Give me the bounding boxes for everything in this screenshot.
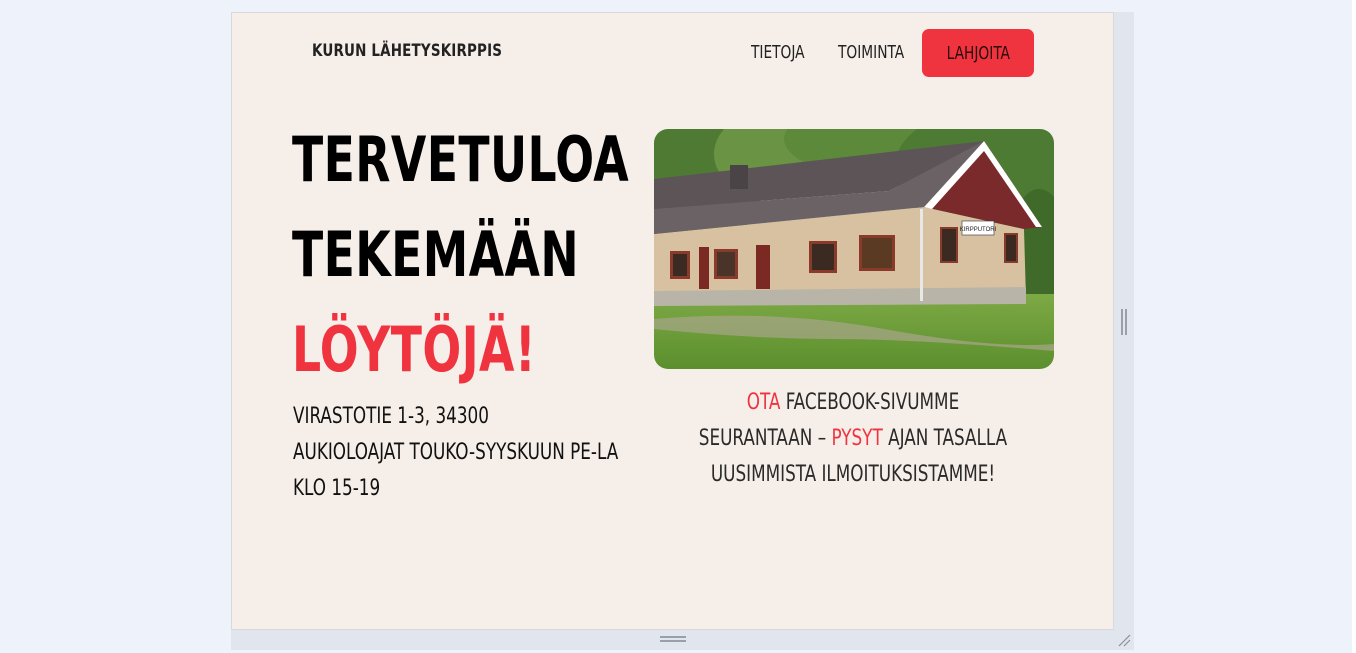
window-edge <box>1352 0 1356 653</box>
vertical-resize-handle[interactable] <box>1121 309 1127 335</box>
photo-sign-text: KIRPPUTORI <box>960 227 997 233</box>
nav-link-tietoja[interactable]: TIETOJA <box>751 42 805 63</box>
opening-hours-time: KLO 15-19 <box>293 476 381 501</box>
horizontal-resize-handle[interactable] <box>660 636 686 642</box>
fb-word-follow: SEURANTAAN – <box>698 426 827 451</box>
store-info: VIRASTOTIE 1-3, 34300 AUKIOLOAJAT TOUKO-… <box>293 399 650 507</box>
hero-title-line-3: LÖYTÖJÄ! <box>292 313 537 386</box>
fb-word-page: FACEBOOK-SIVUMME <box>785 390 960 415</box>
fb-word-announcements: UUSIMMISTA ILMOITUKSISTAMME! <box>710 462 996 487</box>
fb-word-uptodate: AJAN TASALLA <box>888 426 1008 451</box>
donate-button-label: LAHJOITA <box>946 42 1010 64</box>
fb-word-ota: OTA <box>746 390 781 415</box>
site-brand[interactable]: KURUN LÄHETYSKIRPPIS <box>312 41 502 61</box>
opening-hours-text: AUKIOLOAJAT TOUKO-SYYSKUUN PE-LA <box>293 440 619 465</box>
website-page: KURUN LÄHETYSKIRPPIS TIETOJA TOIMINTA LA… <box>231 12 1114 630</box>
address-text: VIRASTOTIE 1-3, 34300 <box>293 404 489 429</box>
hero-title-line-2: TEKEMÄÄN <box>292 218 580 291</box>
store-building-photo: KIRPPUTORI <box>654 129 1054 369</box>
fb-word-pysyt: PYSYT <box>831 426 883 451</box>
nav-link-toiminta[interactable]: TOIMINTA <box>838 42 904 63</box>
donate-button[interactable]: LAHJOITA <box>922 29 1034 77</box>
facebook-callout: OTA FACEBOOK-SIVUMME SEURANTAAN – PYSYT … <box>630 385 1076 493</box>
corner-resize-grip-icon[interactable] <box>1117 633 1131 647</box>
hero-title-line-1: TERVETULOA <box>292 123 630 196</box>
